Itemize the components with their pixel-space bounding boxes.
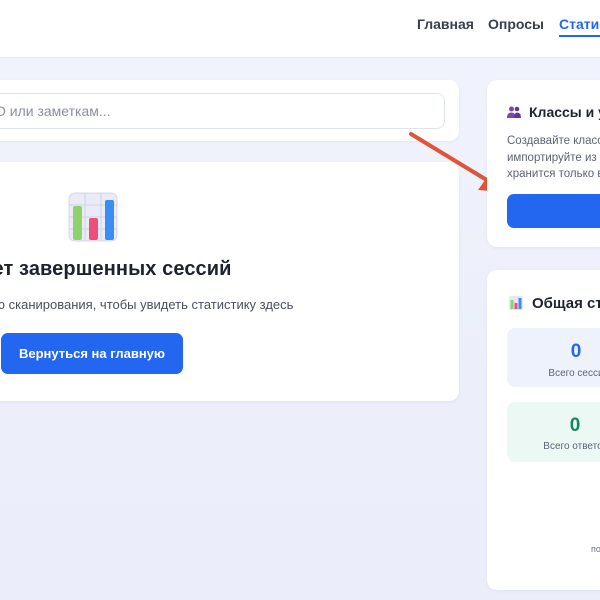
classes-card-title: Классы и у xyxy=(507,104,600,120)
search-card xyxy=(0,80,459,141)
classes-card-description: Создавайте класс импортируйте из хранитс… xyxy=(507,133,600,183)
stat-value-answers: 0 xyxy=(569,415,581,436)
stat-label-sessions: Всего сесси xyxy=(548,368,600,379)
stat-value-sessions: 0 xyxy=(570,341,582,362)
classes-desc-line-2: импортируйте из xyxy=(507,151,597,164)
main-nav: Главная Опросы Статис xyxy=(0,0,600,58)
classes-desc-line-3: хранится только в xyxy=(507,168,600,180)
stat-tile-total-answers: 0 Всего ответо xyxy=(507,402,600,462)
active-tab-indicator xyxy=(559,35,600,37)
empty-state-card: Нет завершенных сессий ию сканирования, … xyxy=(0,162,459,401)
back-to-home-button[interactable]: Вернуться на главную xyxy=(1,333,183,374)
top-navigation-bar: Главная Опросы Статис xyxy=(0,0,600,58)
classes-title-text: Классы и у xyxy=(529,104,600,120)
classes-desc-line-1: Создавайте класс xyxy=(507,135,600,147)
stats-footer-fragment: по xyxy=(591,544,600,554)
classes-action-button[interactable] xyxy=(507,194,600,228)
empty-state-subtitle: ию сканирования, чтобы увидеть статистик… xyxy=(0,297,294,312)
nav-item-statistics[interactable]: Статис xyxy=(559,15,600,33)
bar-chart-icon xyxy=(68,192,118,242)
stat-tile-total-sessions: 0 Всего сесси xyxy=(507,328,600,387)
classes-card: Классы и у Создавайте класс импортируйте… xyxy=(487,80,600,247)
stats-card: Общая ст 0 Всего сесси 0 Всего ответо по xyxy=(487,270,600,590)
empty-state-title: Нет завершенных сессий xyxy=(0,258,232,280)
search-input[interactable] xyxy=(0,93,445,129)
nav-item-home[interactable]: Главная xyxy=(417,15,474,33)
stats-card-title: Общая ст xyxy=(509,295,600,312)
nav-item-surveys[interactable]: Опросы xyxy=(488,15,544,33)
stats-title-text: Общая ст xyxy=(532,295,600,312)
stat-label-answers: Всего ответо xyxy=(543,441,600,452)
bar-chart-icon xyxy=(509,296,523,310)
people-icon xyxy=(507,106,521,118)
